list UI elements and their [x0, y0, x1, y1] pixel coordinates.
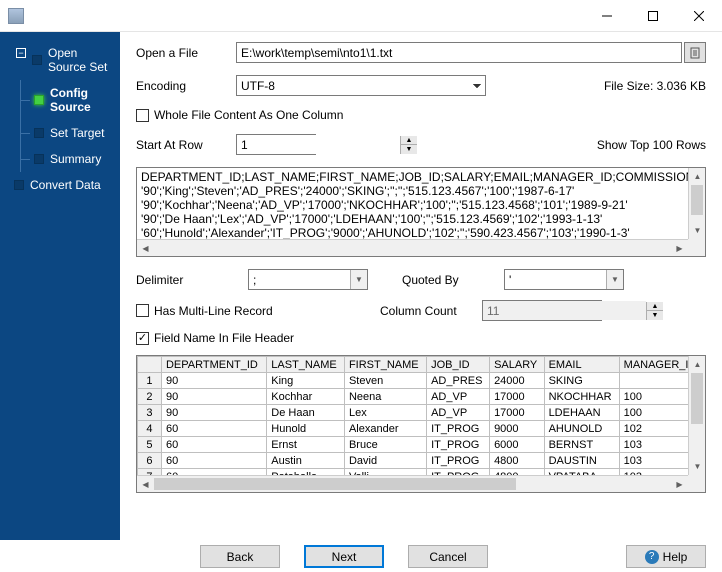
help-icon: ? [645, 550, 659, 564]
quoted-by-input[interactable] [505, 270, 606, 289]
show-top-rows-text: Show Top 100 Rows [597, 138, 706, 152]
whole-file-checkbox[interactable]: Whole File Content As One Column [136, 108, 343, 122]
delimiter-input[interactable] [249, 270, 350, 289]
chevron-down-icon[interactable]: ▼ [350, 270, 367, 289]
table-row[interactable]: 660AustinDavidIT_PROG4800DAUSTIN103 [137, 453, 704, 469]
quoted-by-combo[interactable]: ▼ [504, 269, 624, 290]
table-row[interactable]: 190KingStevenAD_PRES24000SKING [137, 373, 704, 389]
encoding-label: Encoding [136, 79, 236, 93]
preview-hscrollbar[interactable]: ◀▶ [137, 239, 688, 256]
multi-line-checkbox[interactable]: Has Multi-Line Record [136, 304, 368, 318]
spin-up-icon[interactable]: ▲ [401, 136, 417, 145]
grid-hscrollbar[interactable]: ◀▶ [137, 475, 688, 492]
close-button[interactable] [676, 0, 722, 31]
sidebar-item-open-source-set[interactable]: − Open Source Set [0, 40, 120, 80]
sidebar-item-convert-data[interactable]: Convert Data [0, 172, 120, 198]
wizard-sidebar: − Open Source Set Config Source Set Targ… [0, 32, 120, 540]
titlebar [0, 0, 722, 32]
column-count-spinner: ▲▼ [482, 300, 602, 321]
step-marker-icon [32, 55, 42, 65]
browse-file-button[interactable] [684, 42, 706, 63]
column-header[interactable]: LAST_NAME [267, 357, 345, 373]
checkbox-box [136, 332, 149, 345]
delimiter-label: Delimiter [136, 273, 236, 287]
checkbox-box [136, 304, 149, 317]
chevron-down-icon[interactable]: ▼ [606, 270, 623, 289]
table-row[interactable]: 460HunoldAlexanderIT_PROG9000AHUNOLD102 [137, 421, 704, 437]
file-preview: DEPARTMENT_ID;LAST_NAME;FIRST_NAME;JOB_I… [136, 167, 706, 257]
table-row[interactable]: 290KochharNeenaAD_VP17000NKOCHHAR100 [137, 389, 704, 405]
spin-down-icon[interactable]: ▼ [401, 145, 417, 154]
field-header-checkbox[interactable]: Field Name In File Header [136, 331, 294, 345]
delimiter-combo[interactable]: ▼ [248, 269, 368, 290]
quoted-by-label: Quoted By [402, 273, 492, 287]
open-file-label: Open a File [136, 46, 236, 60]
sidebar-label: Set Target [50, 126, 104, 140]
document-icon [689, 47, 701, 59]
column-count-input [483, 301, 646, 320]
wizard-footer: Back Next Cancel ?Help [0, 540, 722, 572]
step-marker-icon [34, 128, 44, 138]
sidebar-label: Config Source [50, 86, 116, 114]
sidebar-item-config-source[interactable]: Config Source [0, 80, 120, 120]
back-button[interactable]: Back [200, 545, 280, 568]
maximize-button[interactable] [630, 0, 676, 31]
grid-header-row: DEPARTMENT_ID LAST_NAME FIRST_NAME JOB_I… [137, 357, 704, 373]
checkbox-box [136, 109, 149, 122]
collapse-icon[interactable]: − [16, 48, 26, 58]
sidebar-label: Open Source Set [48, 46, 116, 74]
sidebar-item-summary[interactable]: Summary [0, 146, 120, 172]
column-count-label: Column Count [380, 304, 470, 318]
content-pane: Open a File Encoding UTF-8 File Size: 3.… [120, 32, 722, 540]
encoding-select[interactable]: UTF-8 [236, 75, 486, 96]
column-header[interactable]: SALARY [490, 357, 545, 373]
checkbox-label: Has Multi-Line Record [154, 304, 273, 318]
sidebar-label: Summary [50, 152, 101, 166]
column-header[interactable]: DEPARTMENT_ID [161, 357, 266, 373]
next-button[interactable]: Next [304, 545, 384, 568]
app-icon [8, 8, 24, 24]
spin-up-icon: ▲ [647, 302, 663, 311]
step-marker-icon [34, 95, 44, 105]
checkbox-label: Whole File Content As One Column [154, 108, 343, 122]
cancel-button[interactable]: Cancel [408, 545, 488, 568]
start-row-spinner[interactable]: ▲▼ [236, 134, 316, 155]
data-grid: DEPARTMENT_ID LAST_NAME FIRST_NAME JOB_I… [136, 355, 706, 493]
column-header[interactable]: FIRST_NAME [344, 357, 426, 373]
grid-vscrollbar[interactable]: ▲▼ [688, 356, 705, 475]
table-row[interactable]: 390De HaanLexAD_VP17000LDEHAAN100 [137, 405, 704, 421]
minimize-button[interactable] [584, 0, 630, 31]
preview-text: DEPARTMENT_ID;LAST_NAME;FIRST_NAME;JOB_I… [137, 168, 705, 242]
table-row[interactable]: 560ErnstBruceIT_PROG6000BERNST103 [137, 437, 704, 453]
column-header[interactable]: EMAIL [544, 357, 619, 373]
sidebar-label: Convert Data [30, 178, 101, 192]
file-size-text: File Size: 3.036 KB [604, 79, 706, 93]
step-marker-icon [34, 154, 44, 164]
step-marker-icon [14, 180, 24, 190]
start-row-label: Start At Row [136, 138, 236, 152]
checkbox-label: Field Name In File Header [154, 331, 294, 345]
sidebar-item-set-target[interactable]: Set Target [0, 120, 120, 146]
start-row-input[interactable] [237, 135, 400, 154]
column-header[interactable]: JOB_ID [427, 357, 490, 373]
spin-down-icon: ▼ [647, 311, 663, 320]
file-path-input[interactable] [236, 42, 682, 63]
preview-vscrollbar[interactable]: ▲▼ [688, 168, 705, 239]
help-button[interactable]: ?Help [626, 545, 706, 568]
